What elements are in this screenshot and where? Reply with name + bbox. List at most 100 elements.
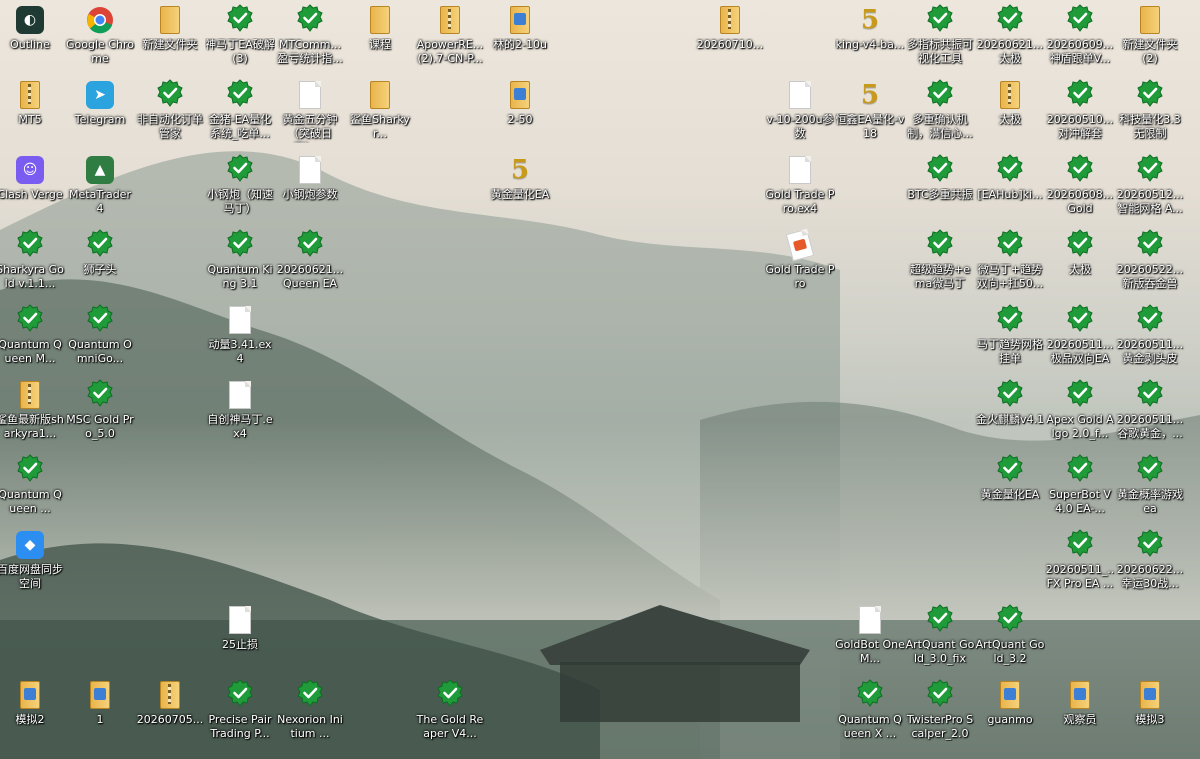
desktop-icon[interactable]: 模拟2: [0, 676, 65, 727]
desktop-icon[interactable]: 狮子头: [65, 226, 135, 277]
desktop-icon[interactable]: Quantum King 3.1: [205, 226, 275, 291]
desktop-icon[interactable]: 小钢炮参数: [275, 151, 345, 202]
desktop-icon[interactable]: ApowerRE...(2).7-CN-P...: [415, 1, 485, 66]
desktop-icon[interactable]: 多重确认机制，满信心...: [905, 76, 975, 141]
desktop-icon[interactable]: ◐ Outline: [0, 1, 65, 52]
ea-shield-icon: [1065, 4, 1095, 35]
desktop-icon[interactable]: 20260512...智能网格 A...: [1115, 151, 1185, 216]
desktop-icon[interactable]: 小钢炮（知速马丁）: [205, 151, 275, 216]
ea-shield-icon: [225, 679, 255, 710]
desktop-icon[interactable]: Sharkyra Gold v.1.1...: [0, 226, 65, 291]
desktop-icon[interactable]: 新建文件夹: [135, 1, 205, 52]
desktop-icon[interactable]: 20260511...黄金剥头皮: [1115, 301, 1185, 366]
ea-shield-icon: [225, 79, 255, 110]
desktop-icon-label: Clash Verge: [0, 188, 63, 201]
ea-shield-icon: [1135, 529, 1165, 560]
desktop-icon[interactable]: Nexorion Initium ...: [275, 676, 345, 741]
desktop-icon[interactable]: 20260705...: [135, 676, 205, 727]
desktop-icon[interactable]: 20260710...: [695, 1, 765, 52]
desktop-icon[interactable]: 金火麒麟v4.1: [975, 376, 1045, 427]
desktop-icon[interactable]: SuperBot V4.0 EA-...: [1045, 451, 1115, 516]
desktop-icon[interactable]: Quantum Queen M...: [0, 301, 65, 366]
desktop-icon[interactable]: 模拟3: [1115, 676, 1185, 727]
desktop-icon-label: The Gold Reaper V4...: [416, 713, 484, 740]
desktop-icon[interactable]: 20260609...神盾跟单V...: [1045, 1, 1115, 66]
desktop-icon[interactable]: ArtQuant Gold_3.0_fix: [905, 601, 975, 666]
desktop-icon[interactable]: 非自动化订单管家: [135, 76, 205, 141]
desktop-icon[interactable]: ◆ 百度网盘同步空间: [0, 526, 65, 591]
desktop-icon[interactable]: Quantum Queen X ...: [835, 676, 905, 741]
desktop-icon[interactable]: v-10-200u参数: [765, 76, 835, 141]
desktop-icon[interactable]: MT5: [0, 76, 65, 127]
folder-icon: [155, 5, 185, 35]
desktop-icon[interactable]: Quantum Queen ...: [0, 451, 65, 516]
desktop-icon[interactable]: 20260621...太极: [975, 1, 1045, 66]
desktop-icon[interactable]: 20260511...谷歌黄金，...: [1115, 376, 1185, 441]
desktop-icon[interactable]: 5 黄金量化EA: [485, 151, 555, 202]
desktop-icon[interactable]: 神马丁EA破解(3): [205, 1, 275, 66]
desktop-icon[interactable]: 黄金五分钟（突破日天）...: [275, 76, 345, 143]
shortcut-folder-icon: [995, 680, 1025, 710]
desktop-icon[interactable]: guanmo: [975, 676, 1045, 727]
desktop-icon[interactable]: 金猪-EA量化系统_吃单...: [205, 76, 275, 141]
desktop-icon[interactable]: 20260608...Gold: [1045, 151, 1115, 216]
desktop-icon[interactable]: 1: [65, 676, 135, 727]
desktop-icon[interactable]: 马丁趋势网格挂单: [975, 301, 1045, 366]
chrome-icon: [85, 5, 115, 35]
desktop-icon[interactable]: 20260522...新版吞金兽: [1115, 226, 1185, 291]
desktop-icon-label: ArtQuant Gold_3.0_fix: [905, 638, 975, 665]
desktop-icon[interactable]: 太极: [975, 76, 1045, 127]
desktop-icon[interactable]: 科技量化3.3无限制: [1115, 76, 1185, 141]
desktop-icon[interactable]: Quantum OmniGo...: [65, 301, 135, 366]
desktop-icon[interactable]: ➤ Telegram: [65, 76, 135, 127]
desktop-icon-label: 20260511...谷歌黄金，...: [1116, 413, 1184, 440]
desktop-icon[interactable]: 课程: [345, 1, 415, 52]
desktop-icon[interactable]: Gold Trade Pro.ex4: [765, 151, 835, 216]
desktop-icon[interactable]: BTC多重共振: [905, 151, 975, 202]
desktop-icon[interactable]: The Gold Reaper V4...: [415, 676, 485, 741]
desktop-icon[interactable]: 超级趋势+ema微马丁: [905, 226, 975, 291]
desktop-icon[interactable]: 林的2-10u: [485, 1, 555, 52]
ea-shield-icon: [995, 454, 1025, 485]
desktop-icon[interactable]: 25止损: [205, 601, 275, 652]
desktop-icon[interactable]: 太极: [1045, 226, 1115, 277]
desktop-icon[interactable]: MTComm...盈亏统计指...: [275, 1, 345, 66]
desktop-icon[interactable]: 黄金概率游戏ea: [1115, 451, 1185, 516]
desktop-icon[interactable]: 多指标共振可视化工具: [905, 1, 975, 66]
desktop-icon[interactable]: 2-50: [485, 76, 555, 127]
desktop-icon[interactable]: 动量3.41.ex4: [205, 301, 275, 366]
desktop-icon[interactable]: Google Chrome: [65, 1, 135, 66]
shortcut-folder-icon: [1135, 680, 1165, 710]
desktop-icon-label: guanmo: [987, 713, 1033, 726]
desktop-icon[interactable]: ☺ Clash Verge: [0, 151, 65, 202]
desktop-icon[interactable]: 20260510...对冲解套: [1045, 76, 1115, 141]
desktop-icon[interactable]: 20260511_..FX Pro EA ...: [1045, 526, 1115, 591]
ea-shield-icon: [85, 229, 115, 260]
desktop-icon[interactable]: 黄金量化EA: [975, 451, 1045, 502]
desktop-icon[interactable]: Apex Gold Algo 2.0_f...: [1045, 376, 1115, 441]
desktop-icon[interactable]: ArtQuant Gold_3.2: [975, 601, 1045, 666]
desktop-icon[interactable]: ▲ MetaTrader 4: [65, 151, 135, 216]
desktop-icon[interactable]: 20260511...极品双向EA: [1045, 301, 1115, 366]
desktop-icon[interactable]: 鲨鱼最新版sharkyra1...: [0, 376, 65, 441]
desktop-icon[interactable]: MSC Gold Pro_5.0: [65, 376, 135, 441]
desktop-icon[interactable]: 5 king-v4-ba...: [835, 1, 905, 52]
desktop-icon[interactable]: 5 恒鑫EA量化-v18: [835, 76, 905, 141]
ea-shield-icon: [1065, 529, 1095, 560]
document-icon: [295, 155, 325, 185]
ea-shield-icon: [295, 679, 325, 710]
ea-shield-icon: [925, 4, 955, 35]
desktop-icon[interactable]: GoldBot One M...: [835, 601, 905, 666]
desktop-icon[interactable]: Precise Pair Trading P...: [205, 676, 275, 741]
desktop-icon[interactable]: Gold Trade Pro: [765, 226, 835, 291]
desktop-icon[interactable]: 20260621...Queen EA: [275, 226, 345, 291]
desktop-icon[interactable]: 20260622...幸运30战...: [1115, 526, 1185, 591]
desktop-icon[interactable]: TwisterPro Scalper_2.0: [905, 676, 975, 741]
desktop-icon[interactable]: 观察员: [1045, 676, 1115, 727]
desktop-icon[interactable]: 新建文件夹(2): [1115, 1, 1185, 66]
desktop-icon[interactable]: [EAHub]ki...: [975, 151, 1045, 202]
desktop-icon[interactable]: 自创神马丁.ex4: [205, 376, 275, 441]
desktop-icon[interactable]: 鲨鱼Sharkyr...: [345, 76, 415, 141]
desktop-icon-label: 20260608...Gold: [1046, 188, 1114, 215]
desktop-icon[interactable]: 微马丁+趋势双向+扛50...: [975, 226, 1045, 291]
